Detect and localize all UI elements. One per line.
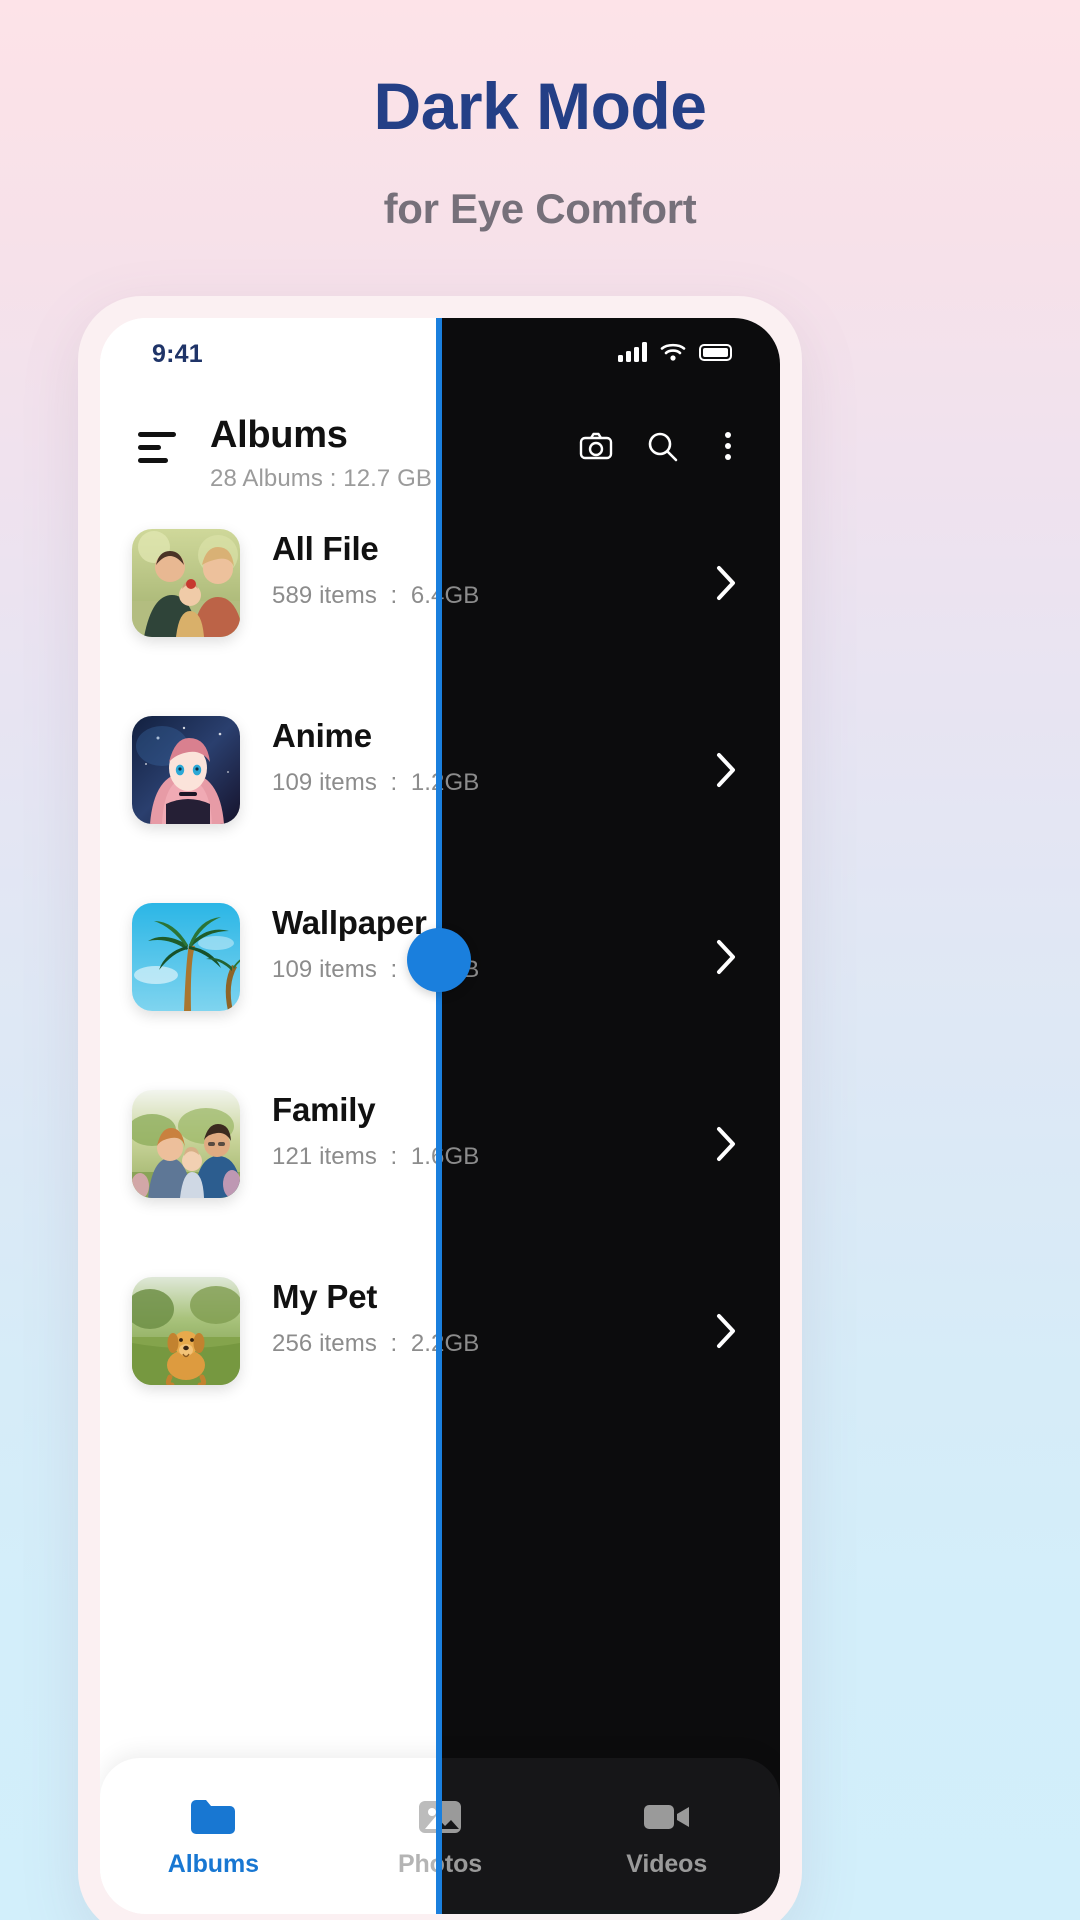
album-name: Anime — [438, 719, 672, 754]
chevron-right-icon[interactable] — [714, 1312, 738, 1350]
wifi-icon — [660, 343, 686, 361]
album-meta: 589 items : 6.4GB — [272, 581, 438, 609]
photo-icon — [438, 1794, 553, 1840]
status-icons — [618, 342, 732, 362]
album-meta: 256 items : 2.2GB — [438, 1329, 480, 1357]
family-portrait-thumbnail — [132, 529, 240, 637]
nav-label: Albums — [167, 1850, 259, 1878]
page-title: Dark Mode — [373, 69, 707, 143]
search-icon[interactable] — [644, 428, 680, 464]
album-list-dark: All File 589 items : 6.4GB — [438, 506, 780, 1441]
album-name: Family — [272, 1091, 376, 1128]
album-meta: 109 items : 1.2GB — [272, 768, 438, 796]
album-meta: 109 items : 1.2GB — [438, 768, 480, 796]
status-time: 9:41 — [152, 340, 203, 368]
album-meta: 109 items : 1.2GB — [438, 956, 672, 984]
album-name: My Pet — [438, 1280, 672, 1315]
golden-retriever-thumbnail — [132, 1277, 240, 1385]
nav-item-videos[interactable]: Videos — [553, 1794, 780, 1879]
album-name: My Pet — [272, 1278, 378, 1315]
chevron-right-icon[interactable] — [714, 938, 738, 976]
album-row[interactable]: Anime 109 items : 1.2GB — [438, 693, 780, 880]
nav-item-photos[interactable]: Photos — [438, 1794, 553, 1879]
album-meta: 121 items : 1.6GB — [438, 1142, 480, 1170]
nav-item-albums[interactable]: Albums — [100, 1794, 327, 1879]
album-meta: 589 items : 6.4GB — [438, 581, 480, 609]
camera-icon[interactable] — [578, 428, 614, 464]
nav-label: Photos — [397, 1850, 438, 1878]
status-bar-light: 9:41 — [100, 318, 438, 394]
album-name: All File — [438, 532, 672, 567]
bottom-navigation-light: Albums Photos — [100, 1758, 438, 1914]
album-info: All File 589 items : 6.4GB — [438, 532, 672, 610]
nav-item-photos[interactable]: Photos — [327, 1794, 438, 1879]
albums-title: Albums — [210, 414, 348, 456]
split-divider — [436, 318, 442, 1914]
albums-subtitle: 28 Albums : 12.7 GB — [210, 465, 433, 492]
hamburger-menu-icon[interactable] — [138, 432, 178, 471]
family-outdoor-thumbnail — [132, 1090, 240, 1198]
album-name: Family — [438, 1093, 672, 1128]
album-row[interactable]: Wallpaper 109 items : 1.2GB — [438, 880, 780, 1067]
album-row[interactable]: My Pet 256 items : 2.2GB — [100, 1254, 438, 1441]
nav-label: Photos — [438, 1850, 483, 1878]
album-info: Family 121 items : 1.6GB — [438, 1093, 672, 1171]
nav-label: Videos — [626, 1850, 708, 1878]
split-drag-handle[interactable] — [407, 928, 471, 992]
chevron-right-icon[interactable] — [714, 1125, 738, 1163]
album-info: All File 589 items : 6.4GB — [272, 530, 438, 610]
album-info: Family 121 items : 1.6GB — [272, 1091, 438, 1171]
bottom-navigation-dark: Albums Photos — [438, 1758, 780, 1914]
folder-icon — [100, 1794, 327, 1840]
album-meta: 121 items : 1.6GB — [272, 1142, 438, 1170]
album-list-light: All File 589 items : 6.4GB — [100, 506, 438, 1441]
video-camera-icon — [553, 1794, 780, 1840]
app-header-light: Albums 28 Albums : 12.7 GB — [100, 394, 438, 506]
headline-block: Dark Mode for Eye Comfort — [0, 70, 1080, 233]
album-row[interactable]: Family 121 items : 1.6GB — [438, 1067, 780, 1254]
album-info: My Pet 256 items : 2.2GB — [272, 1278, 438, 1358]
album-info: Wallpaper 109 items : 1.2GB — [438, 906, 672, 984]
chevron-right-icon[interactable] — [714, 564, 738, 602]
light-mode-half: 9:41 Albums 28 Albums: 12.7 GB All File… — [100, 318, 438, 1914]
phone-mockup: 9:41 Albums 28 Albums: 12.7 GB All File… — [78, 296, 802, 1920]
album-row[interactable]: Wallpaper 109 items : 1.2GB — [100, 880, 438, 1067]
app-header-dark: Albums 28 Albums : 12.7 GB — [438, 394, 780, 506]
album-row[interactable]: My Pet 256 items : 2.2GB — [438, 1254, 780, 1441]
album-row[interactable]: Anime 109 items : 1.2GB — [100, 693, 438, 880]
album-row[interactable]: Family 121 items : 1.6GB — [100, 1067, 438, 1254]
phone-screen: 9:41 Albums 28 Albums: 12.7 GB All File… — [100, 318, 780, 1914]
header-actions — [578, 428, 746, 464]
signal-icon — [618, 342, 647, 362]
album-info: My Pet 256 items : 2.2GB — [438, 1280, 672, 1358]
album-row[interactable]: All File 589 items : 6.4GB — [438, 506, 780, 693]
album-name: Wallpaper — [272, 904, 427, 941]
status-bar-dark: 9:41 — [438, 318, 780, 394]
album-info: Anime 109 items : 1.2GB — [438, 719, 672, 797]
promo-page: Dark Mode for Eye Comfort 9:41 Albums 28… — [0, 0, 1080, 1920]
battery-icon — [699, 343, 732, 361]
album-meta: 256 items : 2.2GB — [272, 1329, 438, 1357]
album-info: Anime 109 items : 1.2GB — [272, 717, 438, 797]
album-name: All File — [272, 530, 379, 567]
album-row[interactable]: All File 589 items : 6.4GB — [100, 506, 438, 693]
dark-mode-half: 9:41 — [438, 318, 780, 1914]
page-subtitle: for Eye Comfort — [383, 184, 697, 232]
palm-tree-sky-thumbnail — [132, 903, 240, 1011]
photo-icon — [327, 1794, 438, 1840]
more-vertical-icon[interactable] — [710, 428, 746, 464]
album-name: Anime — [272, 717, 372, 754]
chevron-right-icon[interactable] — [714, 751, 738, 789]
album-name: Wallpaper — [438, 906, 672, 941]
anime-character-thumbnail — [132, 716, 240, 824]
